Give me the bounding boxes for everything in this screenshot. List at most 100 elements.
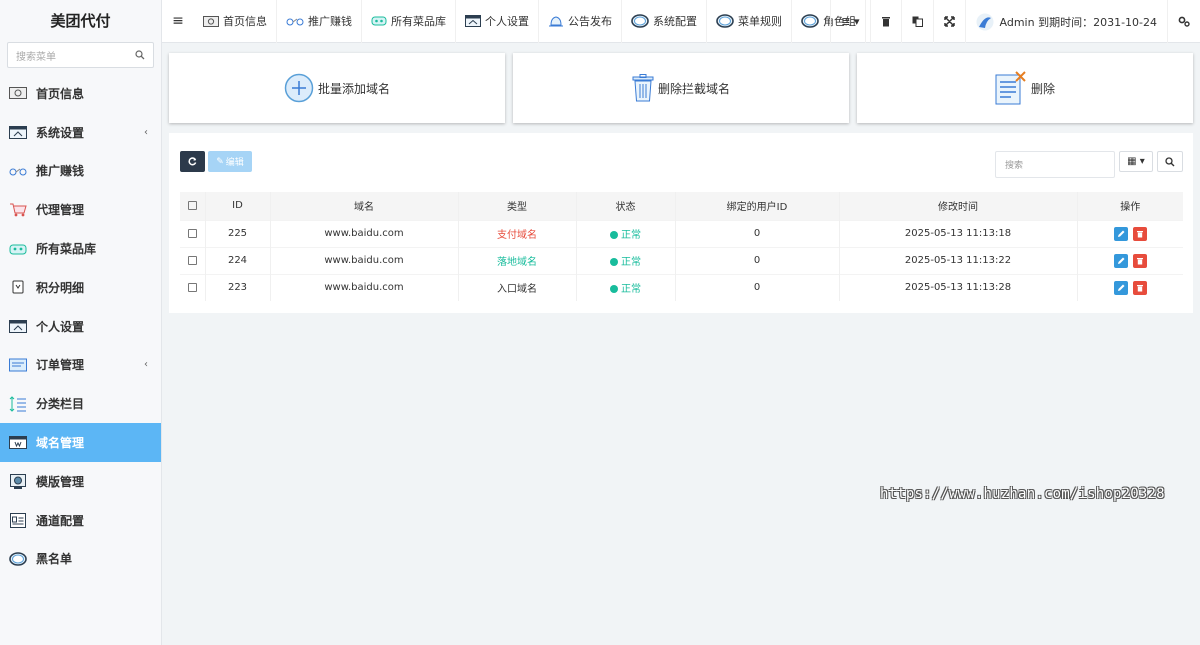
row-delete-button[interactable] <box>1132 280 1147 295</box>
cell-type: 支付域名 <box>458 219 577 247</box>
app-logo: 美团代付 <box>50 11 111 30</box>
column-header-type[interactable]: 类型 <box>458 192 577 220</box>
chevron-left-icon: ‹ <box>144 126 148 138</box>
clear-cache-button[interactable] <box>869 0 901 43</box>
trash-icon <box>1136 284 1143 292</box>
column-header-domain[interactable]: 域名 <box>270 192 459 220</box>
sidebar-item-agents[interactable]: 代理管理 <box>0 190 161 229</box>
sidebar-item-categories[interactable]: 分类栏目 <box>0 384 161 423</box>
column-header-status[interactable]: 状态 <box>576 192 676 220</box>
tab-promo[interactable]: 推广赚钱 <box>277 0 362 43</box>
sidebar-item-promo[interactable]: 推广赚钱 <box>0 152 161 191</box>
admin-profile[interactable]: Admin 到期时间：2031-10-24 <box>964 0 1167 43</box>
sidebar-item-blacklist[interactable]: 黑名单 <box>0 540 161 579</box>
sidebar-search-input[interactable]: 搜索菜单 <box>7 42 154 68</box>
more-tabs-dropdown[interactable]: ≣ ▾ <box>830 0 869 43</box>
document-delete-icon <box>995 71 1027 105</box>
expand-icon <box>943 16 955 27</box>
pencil-icon <box>1117 230 1125 237</box>
tab-profile[interactable]: 个人设置 <box>456 0 539 43</box>
settings-screen-icon <box>9 124 27 140</box>
grid-icon: ▦ ▾ <box>1127 156 1145 167</box>
tab-home[interactable]: 首页信息 <box>194 0 277 43</box>
columns-toggle-button[interactable]: ▦ ▾ <box>1119 151 1153 172</box>
search-icon <box>1165 156 1175 166</box>
batch-add-domain-button[interactable]: 批量添加域名 <box>169 53 505 123</box>
row-edit-button[interactable] <box>1113 226 1128 241</box>
row-edit-button[interactable] <box>1113 280 1128 295</box>
sidebar-item-label: 代理管理 <box>36 203 85 218</box>
promo-icon <box>286 16 304 27</box>
top-right-tools: ≣ ▾ Admin 到期时间：2031-10-24 <box>830 0 1200 43</box>
row-checkbox[interactable] <box>180 246 206 274</box>
sidebar-item-label: 订单管理 <box>36 358 85 373</box>
cell-modified: 2025-05-13 11:13:22 <box>839 246 1078 274</box>
cell-id: 224 <box>205 246 271 274</box>
language-button[interactable] <box>900 0 933 43</box>
profile-screen-icon <box>9 318 27 334</box>
refresh-icon <box>188 157 197 166</box>
refresh-button[interactable] <box>180 151 205 172</box>
cell-actions <box>1077 246 1183 274</box>
cell-domain: www.baidu.com <box>270 246 459 274</box>
sidebar-item-channels[interactable]: 通道配置 <box>0 501 161 540</box>
trash-icon <box>1136 230 1143 237</box>
row-checkbox[interactable] <box>180 219 206 247</box>
row-edit-button[interactable] <box>1113 253 1128 268</box>
tab-dishes[interactable]: 所有菜品库 <box>362 0 456 43</box>
search-button[interactable] <box>1157 151 1183 172</box>
chevron-left-icon: ‹ <box>144 359 148 371</box>
row-delete-button[interactable] <box>1132 226 1147 241</box>
sidebar-item-domains[interactable]: 域名管理 <box>0 423 161 462</box>
ring-icon <box>631 14 649 28</box>
dish-icon <box>9 241 27 257</box>
sidebar-item-label: 积分明细 <box>36 280 85 295</box>
sidebar-item-orders[interactable]: 订单管理 ‹ <box>0 346 161 385</box>
money-icon <box>203 15 219 27</box>
sidebar-item-dishes[interactable]: 所有菜品库 <box>0 229 161 268</box>
cell-status: 正常 <box>576 219 676 247</box>
cell-user-id: 0 <box>675 273 840 301</box>
sidebar-item-label: 推广赚钱 <box>36 164 85 179</box>
tab-label: 公告发布 <box>568 15 612 28</box>
delete-blocked-domain-button[interactable]: 删除拦截域名 <box>513 53 849 123</box>
sidebar-item-templates[interactable]: 模版管理 <box>0 462 161 501</box>
tab-menu-rules[interactable]: 菜单规则 <box>707 0 792 43</box>
cell-id: 223 <box>205 273 271 301</box>
row-delete-button[interactable] <box>1132 253 1147 268</box>
sidebar-search-placeholder: 搜索菜单 <box>16 51 56 63</box>
search-icon <box>135 50 145 60</box>
table-search-input[interactable]: 搜索 <box>995 151 1115 178</box>
table-search-placeholder: 搜索 <box>1005 161 1024 171</box>
sidebar-item-profile[interactable]: 个人设置 <box>0 307 161 346</box>
money-icon <box>9 85 27 101</box>
trash-icon <box>881 17 890 27</box>
sidebar-item-label: 黑名单 <box>36 552 73 567</box>
sidebar-item-home[interactable]: 首页信息 <box>0 74 161 113</box>
bell-icon <box>548 14 564 28</box>
points-icon <box>9 279 27 295</box>
menu-toggle-icon[interactable]: ≡ <box>162 0 194 43</box>
tab-label: 系统配置 <box>653 15 697 28</box>
row-checkbox[interactable] <box>180 273 206 301</box>
settings-button[interactable] <box>1167 0 1200 43</box>
table-header-row: ID 域名 类型 状态 绑定的用户ID 修改时间 操作 <box>180 192 1183 220</box>
sidebar-item-points[interactable]: 积分明细 <box>0 268 161 307</box>
column-header-id[interactable]: ID <box>205 192 271 220</box>
edit-button[interactable]: ✎ 编辑 <box>208 151 252 172</box>
sidebar-item-system-settings[interactable]: 系统设置 ‹ <box>0 113 161 152</box>
delete-button[interactable]: 删除 <box>857 53 1193 123</box>
category-icon <box>9 396 27 412</box>
column-header-modified[interactable]: 修改时间 <box>839 192 1078 220</box>
tab-label: 所有菜品库 <box>391 15 446 28</box>
translate-icon <box>912 16 923 27</box>
column-header-user-id[interactable]: 绑定的用户ID <box>675 192 840 220</box>
sidebar-item-label: 模版管理 <box>36 474 85 489</box>
top-navbar: ≡ 首页信息 推广赚钱 所有菜品库 个人设置 公告发布 系统配置 菜单规则 角色… <box>162 0 1200 43</box>
promo-icon <box>9 163 27 179</box>
tab-announce[interactable]: 公告发布 <box>539 0 622 43</box>
fullscreen-button[interactable] <box>932 0 965 43</box>
tab-sysconfig[interactable]: 系统配置 <box>622 0 707 43</box>
select-all-checkbox[interactable] <box>180 192 206 220</box>
pencil-icon <box>1117 284 1125 291</box>
